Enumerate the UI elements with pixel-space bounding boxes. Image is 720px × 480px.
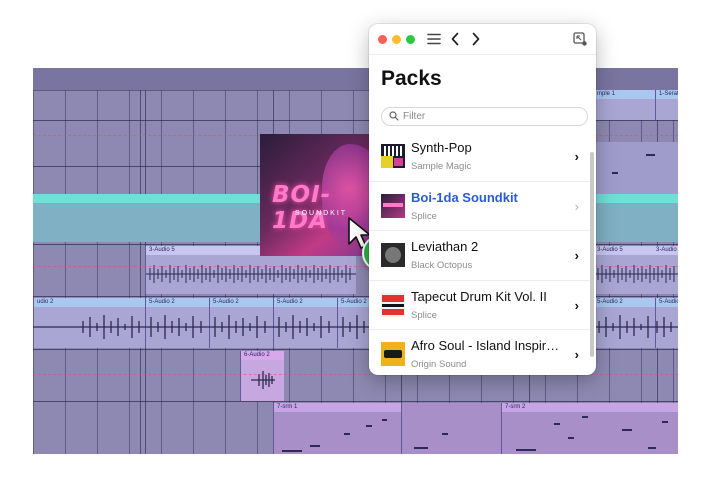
packs-list: Synth-Pop Sample Magic › Boi-1da Soundki… — [369, 132, 591, 375]
waveform — [251, 371, 275, 389]
forward-icon[interactable] — [470, 30, 482, 48]
clip-label: 7-srm 2 — [502, 403, 678, 412]
pack-vendor: Splice — [411, 309, 437, 321]
clip-label: udio 2 — [34, 298, 146, 307]
clip-audio-6[interactable]: 6-Audio 2 — [240, 351, 284, 401]
pack-name: Synth-Pop — [411, 140, 472, 155]
chevron-right-icon[interactable]: › — [575, 347, 579, 362]
track-divider — [33, 401, 678, 402]
pack-name: Leviathan 2 — [411, 239, 479, 254]
clip-label: 5-Audio 2 — [146, 298, 210, 307]
close-window-button[interactable] — [378, 35, 387, 44]
pack-vendor: Sample Magic — [411, 161, 472, 172]
pack-vendor: Splice — [411, 210, 437, 222]
pack-thumbnail — [381, 342, 405, 366]
pack-vendor: Black Octopus — [411, 260, 473, 271]
pack-name: Boi-1da Soundkit — [411, 189, 518, 205]
clip-midi[interactable] — [593, 142, 678, 194]
chevron-right-icon[interactable]: › — [575, 199, 579, 214]
clip-label: 1-Serat — [656, 90, 678, 99]
clip-label: 3-Audio 5 3-Audio 5 — [594, 246, 678, 255]
chevron-right-icon[interactable]: › — [575, 248, 579, 263]
pack-row-leviathan-2[interactable]: Leviathan 2 Black Octopus › — [369, 231, 591, 281]
pack-thumbnail — [381, 144, 405, 168]
back-icon[interactable] — [449, 30, 461, 48]
clip-label: 6-Audio 2 — [241, 351, 284, 360]
pack-row-tapecut-drum-kit[interactable]: Tapecut Drum Kit Vol. II Splice › — [369, 281, 591, 330]
pack-thumbnail — [381, 193, 405, 218]
list-scrollbar[interactable] — [590, 152, 594, 357]
clip-label: 5-Audio 2 — [274, 298, 338, 307]
search-icon — [389, 111, 399, 121]
waveform — [146, 265, 356, 283]
pack-thumbnail — [381, 292, 405, 317]
clip-srm-1[interactable]: 7-srm 1 — [273, 403, 402, 454]
pack-name: Afro Soul - Island Inspired Soul — [411, 338, 561, 353]
page-title: Packs — [381, 67, 442, 90]
clip-label: 7-srm 1 — [274, 403, 402, 412]
menu-icon[interactable] — [426, 30, 442, 48]
clip-label: mple 1 — [594, 90, 656, 99]
pack-vendor: Origin Sound — [411, 359, 467, 370]
collapse-icon[interactable] — [572, 30, 588, 48]
minimize-window-button[interactable] — [392, 35, 401, 44]
clip-serato[interactable]: 1-Serat — [655, 90, 678, 120]
clip-srm-2[interactable]: 7-srm 2 — [501, 403, 678, 454]
pack-row-synth-pop[interactable]: Synth-Pop Sample Magic › — [369, 132, 591, 182]
chevron-right-icon[interactable]: › — [575, 298, 579, 313]
clip-srm-1-cont[interactable] — [401, 403, 502, 454]
clip-label: 5-Audio 2 — [656, 298, 678, 307]
chevron-right-icon[interactable]: › — [575, 149, 579, 164]
clip-audio-5-right[interactable]: 3-Audio 5 3-Audio 5 — [593, 246, 678, 294]
waveform — [594, 265, 678, 283]
packs-window: Packs Synth-Pop Sample Magic › Boi-1da S… — [369, 24, 596, 375]
pack-row-boi-1da-soundkit[interactable]: Boi-1da Soundkit Splice › — [369, 182, 591, 231]
clip-sample-1[interactable]: mple 1 — [593, 90, 656, 120]
window-titlebar[interactable] — [369, 24, 596, 55]
pack-thumbnail — [381, 243, 405, 267]
clip-label: 5-Audio 2 — [594, 298, 656, 307]
clip-label: 5-Audio 2 — [210, 298, 274, 307]
pack-row-afro-soul[interactable]: Afro Soul - Island Inspired Soul Origin … — [369, 330, 591, 375]
zoom-window-button[interactable] — [406, 35, 415, 44]
pack-name: Tapecut Drum Kit Vol. II — [411, 288, 547, 304]
filter-field[interactable] — [381, 107, 588, 126]
clip-label: 5-Audio 2 — [338, 298, 370, 307]
filter-input[interactable] — [403, 109, 583, 124]
